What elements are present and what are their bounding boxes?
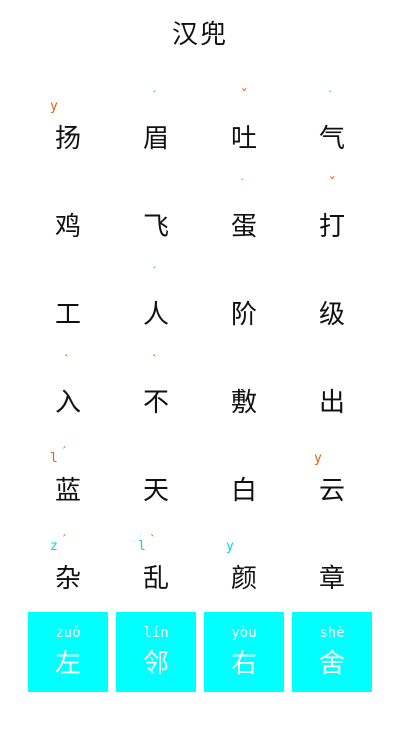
guess-character: 人 [142, 299, 169, 330]
guess-character: 气 [318, 123, 345, 154]
answer-tile[interactable]: zuǒ 左 [28, 612, 108, 692]
grid-cell: y云 [288, 436, 376, 524]
tone-mark-hint: ˋ [64, 352, 69, 368]
grid-cell: 出 [288, 348, 376, 436]
guess-character: 蛋 [230, 211, 257, 242]
guess-character: 扬 [54, 123, 81, 154]
guess-character: 天 [142, 475, 169, 506]
guess-character: 眉 [142, 123, 169, 154]
grid-cell: ˇ打 [288, 172, 376, 260]
grid-cell: y扬 [24, 84, 112, 172]
grid-cell: 阶 [200, 260, 288, 348]
tone-mark-hint: ˋ [150, 532, 155, 548]
grid-cell: ˊ人 [112, 260, 200, 348]
grid-cell: 级 [288, 260, 376, 348]
pinyin-initial-hint: y [314, 451, 322, 466]
grid-cell: 鸡 [24, 172, 112, 260]
guess-character: 工 [54, 299, 81, 330]
guess-character: 敷 [230, 387, 257, 418]
grid-cell: ˋ气 [288, 84, 376, 172]
answer-row: zuǒ 左 lín 邻 yòu 右 shè 舍 [28, 612, 372, 692]
tone-mark-hint: ˇ [328, 176, 337, 192]
grid-cell: 工 [24, 260, 112, 348]
tile-character: 邻 [142, 648, 169, 679]
guess-character: 云 [318, 475, 345, 506]
grid-cell: ˋ蛋 [200, 172, 288, 260]
tone-mark-hint: ˊ [62, 532, 67, 548]
guess-character: 鸡 [54, 211, 81, 242]
grid-cell: ˋ入 [24, 348, 112, 436]
grid-cell: lˊ蓝 [24, 436, 112, 524]
tone-mark-hint: ˊ [152, 264, 157, 280]
tone-mark-hint: ˇ [240, 88, 249, 104]
guess-character: 乱 [142, 563, 169, 594]
tone-mark-hint: ˋ [240, 176, 245, 192]
grid-cell: ˇ吐 [200, 84, 288, 172]
tone-mark-hint: ˊ [62, 444, 67, 460]
answer-tile[interactable]: yòu 右 [204, 612, 284, 692]
guess-character: 颜 [230, 563, 257, 594]
pinyin-initial-hint: l [138, 539, 146, 554]
guess-character: 不 [142, 387, 169, 418]
tile-pinyin: yòu [231, 624, 257, 641]
grid-cell: ˊ眉 [112, 84, 200, 172]
tile-character: 右 [230, 648, 257, 679]
guess-grid: y扬ˊ眉ˇ吐ˋ气鸡飞ˋ蛋ˇ打工ˊ人阶级ˋ入ˋ不敷出lˊ蓝天白y云zˊ杂lˋ乱y颜… [24, 84, 376, 612]
guess-character: 打 [318, 211, 345, 242]
grid-cell: y颜 [200, 524, 288, 612]
grid-cell: 天 [112, 436, 200, 524]
grid-cell: 敷 [200, 348, 288, 436]
answer-tile[interactable]: lín 邻 [116, 612, 196, 692]
guess-character: 飞 [142, 211, 169, 242]
grid-cell: 白 [200, 436, 288, 524]
grid-cell: zˊ杂 [24, 524, 112, 612]
grid-cell: 飞 [112, 172, 200, 260]
tile-pinyin: shè [319, 624, 345, 641]
tile-pinyin: zuǒ [55, 624, 81, 641]
answer-tile[interactable]: shè 舍 [292, 612, 372, 692]
guess-character: 章 [318, 563, 345, 594]
grid-cell: ˋ不 [112, 348, 200, 436]
tile-pinyin: lín [143, 624, 169, 641]
tile-character: 舍 [318, 648, 345, 679]
guess-character: 杂 [54, 563, 81, 594]
guess-character: 白 [230, 475, 257, 506]
guess-character: 蓝 [54, 475, 81, 506]
guess-character: 入 [54, 387, 81, 418]
guess-character: 级 [318, 299, 345, 330]
pinyin-initial-hint: y [226, 539, 234, 554]
page-title: 汉兜 [171, 20, 228, 50]
grid-cell: 章 [288, 524, 376, 612]
tone-mark-hint: ˋ [328, 88, 333, 104]
grid-cell: lˋ乱 [112, 524, 200, 612]
guess-character: 吐 [230, 123, 257, 154]
pinyin-initial-hint: l [50, 451, 58, 466]
pinyin-initial-hint: y [50, 99, 58, 114]
guess-character: 阶 [230, 299, 257, 330]
tone-mark-hint: ˊ [152, 88, 157, 104]
pinyin-initial-hint: z [50, 539, 58, 554]
tile-character: 左 [54, 648, 81, 679]
guess-character: 出 [318, 387, 345, 418]
tone-mark-hint: ˋ [152, 352, 157, 368]
